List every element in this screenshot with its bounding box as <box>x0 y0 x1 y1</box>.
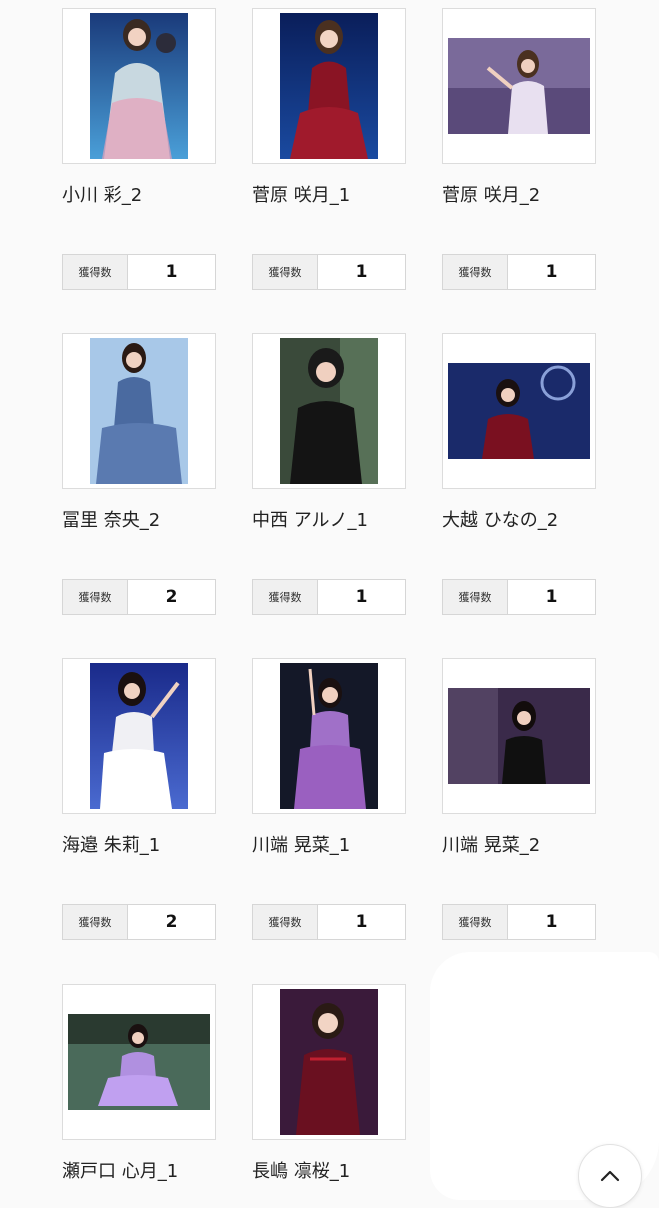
card-name: 冨里 奈央_2 <box>62 510 161 531</box>
photo-frame[interactable] <box>252 658 406 814</box>
photo <box>68 1014 210 1110</box>
count-value: 1 <box>165 262 178 282</box>
count-value: 1 <box>355 262 368 282</box>
photo-frame[interactable] <box>62 8 216 164</box>
photo-frame[interactable] <box>62 984 216 1140</box>
card-name: 川端 晃菜_2 <box>442 835 541 856</box>
card-name: 小川 彩_2 <box>62 185 143 206</box>
card-name: 菅原 咲月_1 <box>252 185 351 206</box>
count-value: 1 <box>545 912 558 932</box>
card-name: 中西 アルノ_1 <box>252 510 368 531</box>
count-label: 獲得数 <box>253 905 318 939</box>
count-label: 獲得数 <box>443 255 508 289</box>
count-box: 獲得数 2 <box>62 904 216 940</box>
photo <box>90 663 188 809</box>
card-name: 瀬戸口 心月_1 <box>62 1161 179 1182</box>
count-box: 獲得数 1 <box>442 254 596 290</box>
photo <box>280 663 378 809</box>
photo-frame[interactable] <box>442 658 596 814</box>
photo <box>280 13 378 159</box>
count-value: 1 <box>545 587 558 607</box>
count-label: 獲得数 <box>253 255 318 289</box>
count-label: 獲得数 <box>63 580 128 614</box>
count-value: 1 <box>545 262 558 282</box>
photo-frame[interactable] <box>62 658 216 814</box>
photo <box>448 688 590 784</box>
photo-frame[interactable] <box>252 984 406 1140</box>
count-box: 獲得数 1 <box>252 254 406 290</box>
photo <box>448 38 590 134</box>
count-box: 獲得数 1 <box>442 579 596 615</box>
count-label: 獲得数 <box>443 580 508 614</box>
count-label: 獲得数 <box>63 255 128 289</box>
card-name: 川端 晃菜_1 <box>252 835 351 856</box>
photo <box>90 13 188 159</box>
count-value: 1 <box>355 912 368 932</box>
count-value: 2 <box>165 587 178 607</box>
count-label: 獲得数 <box>63 905 128 939</box>
photo-frame[interactable] <box>442 8 596 164</box>
card-name: 長嶋 凛桜_1 <box>252 1161 351 1182</box>
card-name: 大越 ひなの_2 <box>442 510 559 531</box>
scroll-to-top-button[interactable] <box>578 1144 642 1208</box>
count-box: 獲得数 1 <box>62 254 216 290</box>
photo-frame[interactable] <box>252 333 406 489</box>
count-box: 獲得数 1 <box>252 579 406 615</box>
count-label: 獲得数 <box>443 905 508 939</box>
card-name: 菅原 咲月_2 <box>442 185 541 206</box>
count-label: 獲得数 <box>253 580 318 614</box>
photo <box>280 338 378 484</box>
photo-frame[interactable] <box>62 333 216 489</box>
chevron-up-icon <box>600 1170 620 1182</box>
count-box: 獲得数 2 <box>62 579 216 615</box>
photo <box>280 989 378 1135</box>
count-box: 獲得数 1 <box>442 904 596 940</box>
card-name: 海邉 朱莉_1 <box>62 835 161 856</box>
photo-frame[interactable] <box>252 8 406 164</box>
photo-frame[interactable] <box>442 333 596 489</box>
count-value: 1 <box>355 587 368 607</box>
photo <box>448 363 590 459</box>
count-box: 獲得数 1 <box>252 904 406 940</box>
count-value: 2 <box>165 912 178 932</box>
photo <box>90 338 188 484</box>
